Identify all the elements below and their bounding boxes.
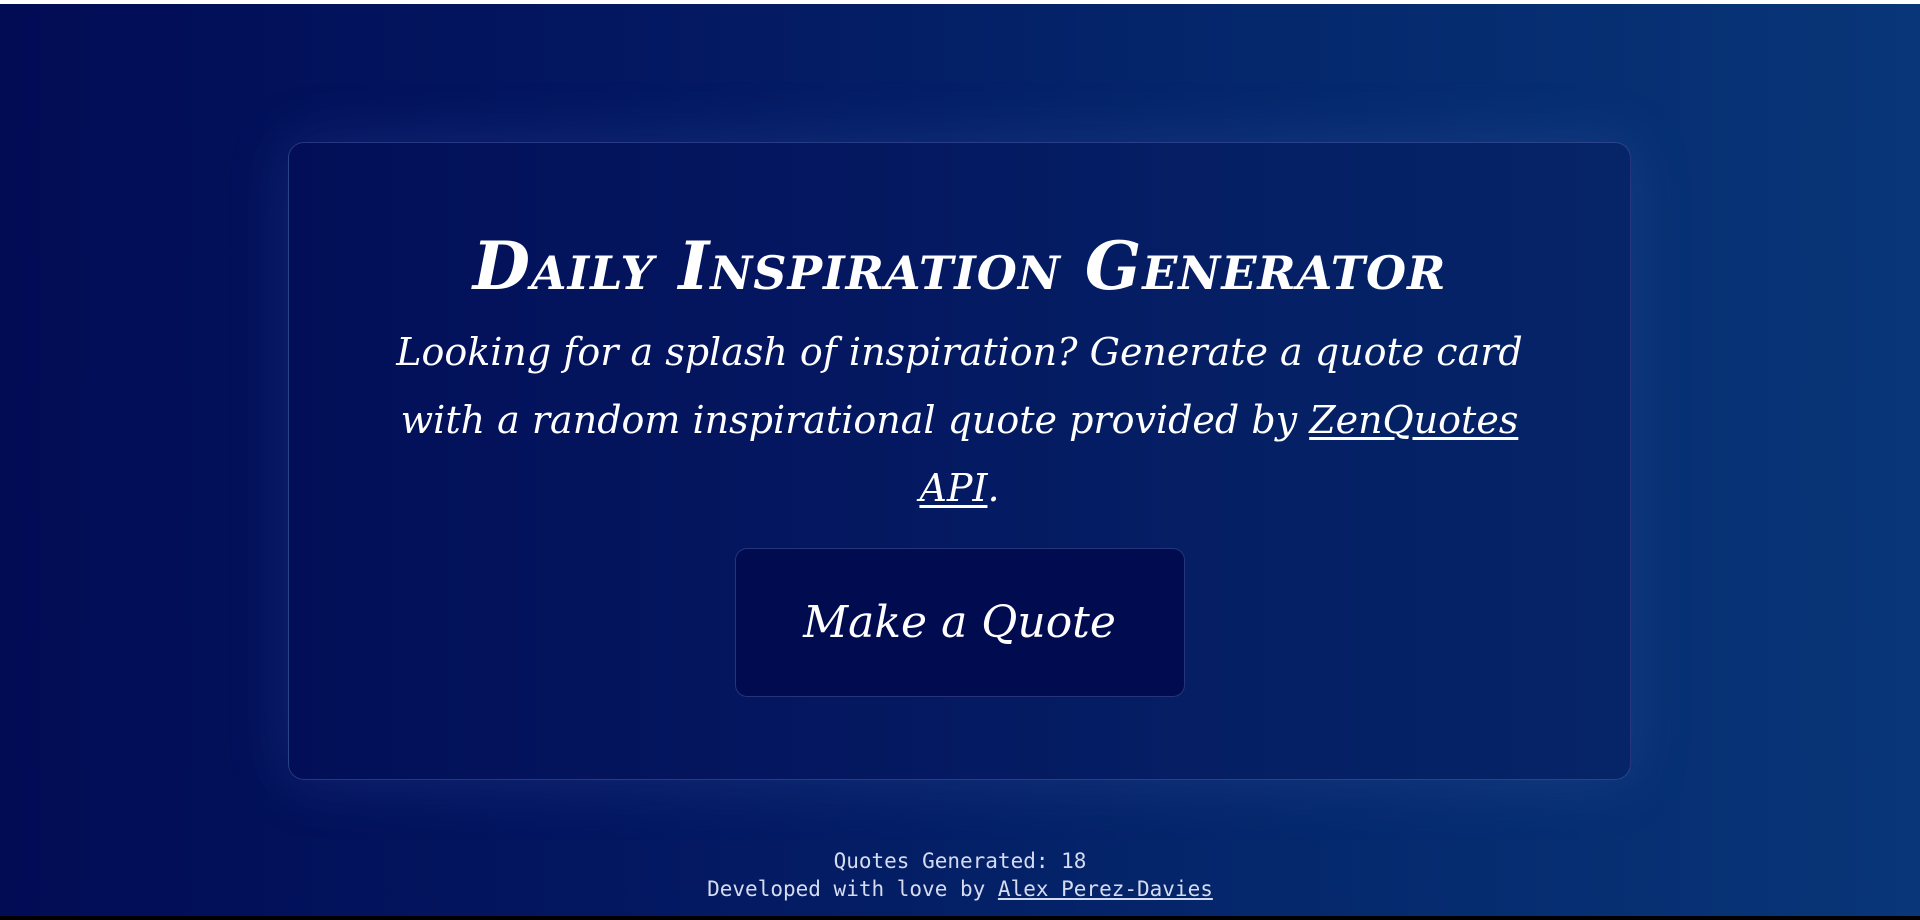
author-link[interactable]: Alex Perez-Davies [998,877,1213,901]
footer: Quotes Generated: 18 Developed with love… [0,847,1920,903]
make-quote-button[interactable]: Make a Quote [734,547,1185,697]
page-title: Daily Inspiration Generator [472,226,1447,305]
bottom-border [0,916,1920,920]
quotes-counter-label: Quotes Generated: [833,849,1062,873]
developer-credit: Developed with love by Alex Perez-Davies [0,875,1920,903]
quotes-counter-value: 18 [1061,849,1087,873]
hero-card: Daily Inspiration Generator Looking for … [288,142,1631,780]
intro-text: Looking for a splash of inspiration? Gen… [370,318,1550,522]
credit-prefix: Developed with love by [707,877,998,901]
intro-text-end: . [987,465,1000,510]
page-background: Daily Inspiration Generator Looking for … [0,4,1920,916]
quotes-counter: Quotes Generated: 18 [0,847,1920,875]
